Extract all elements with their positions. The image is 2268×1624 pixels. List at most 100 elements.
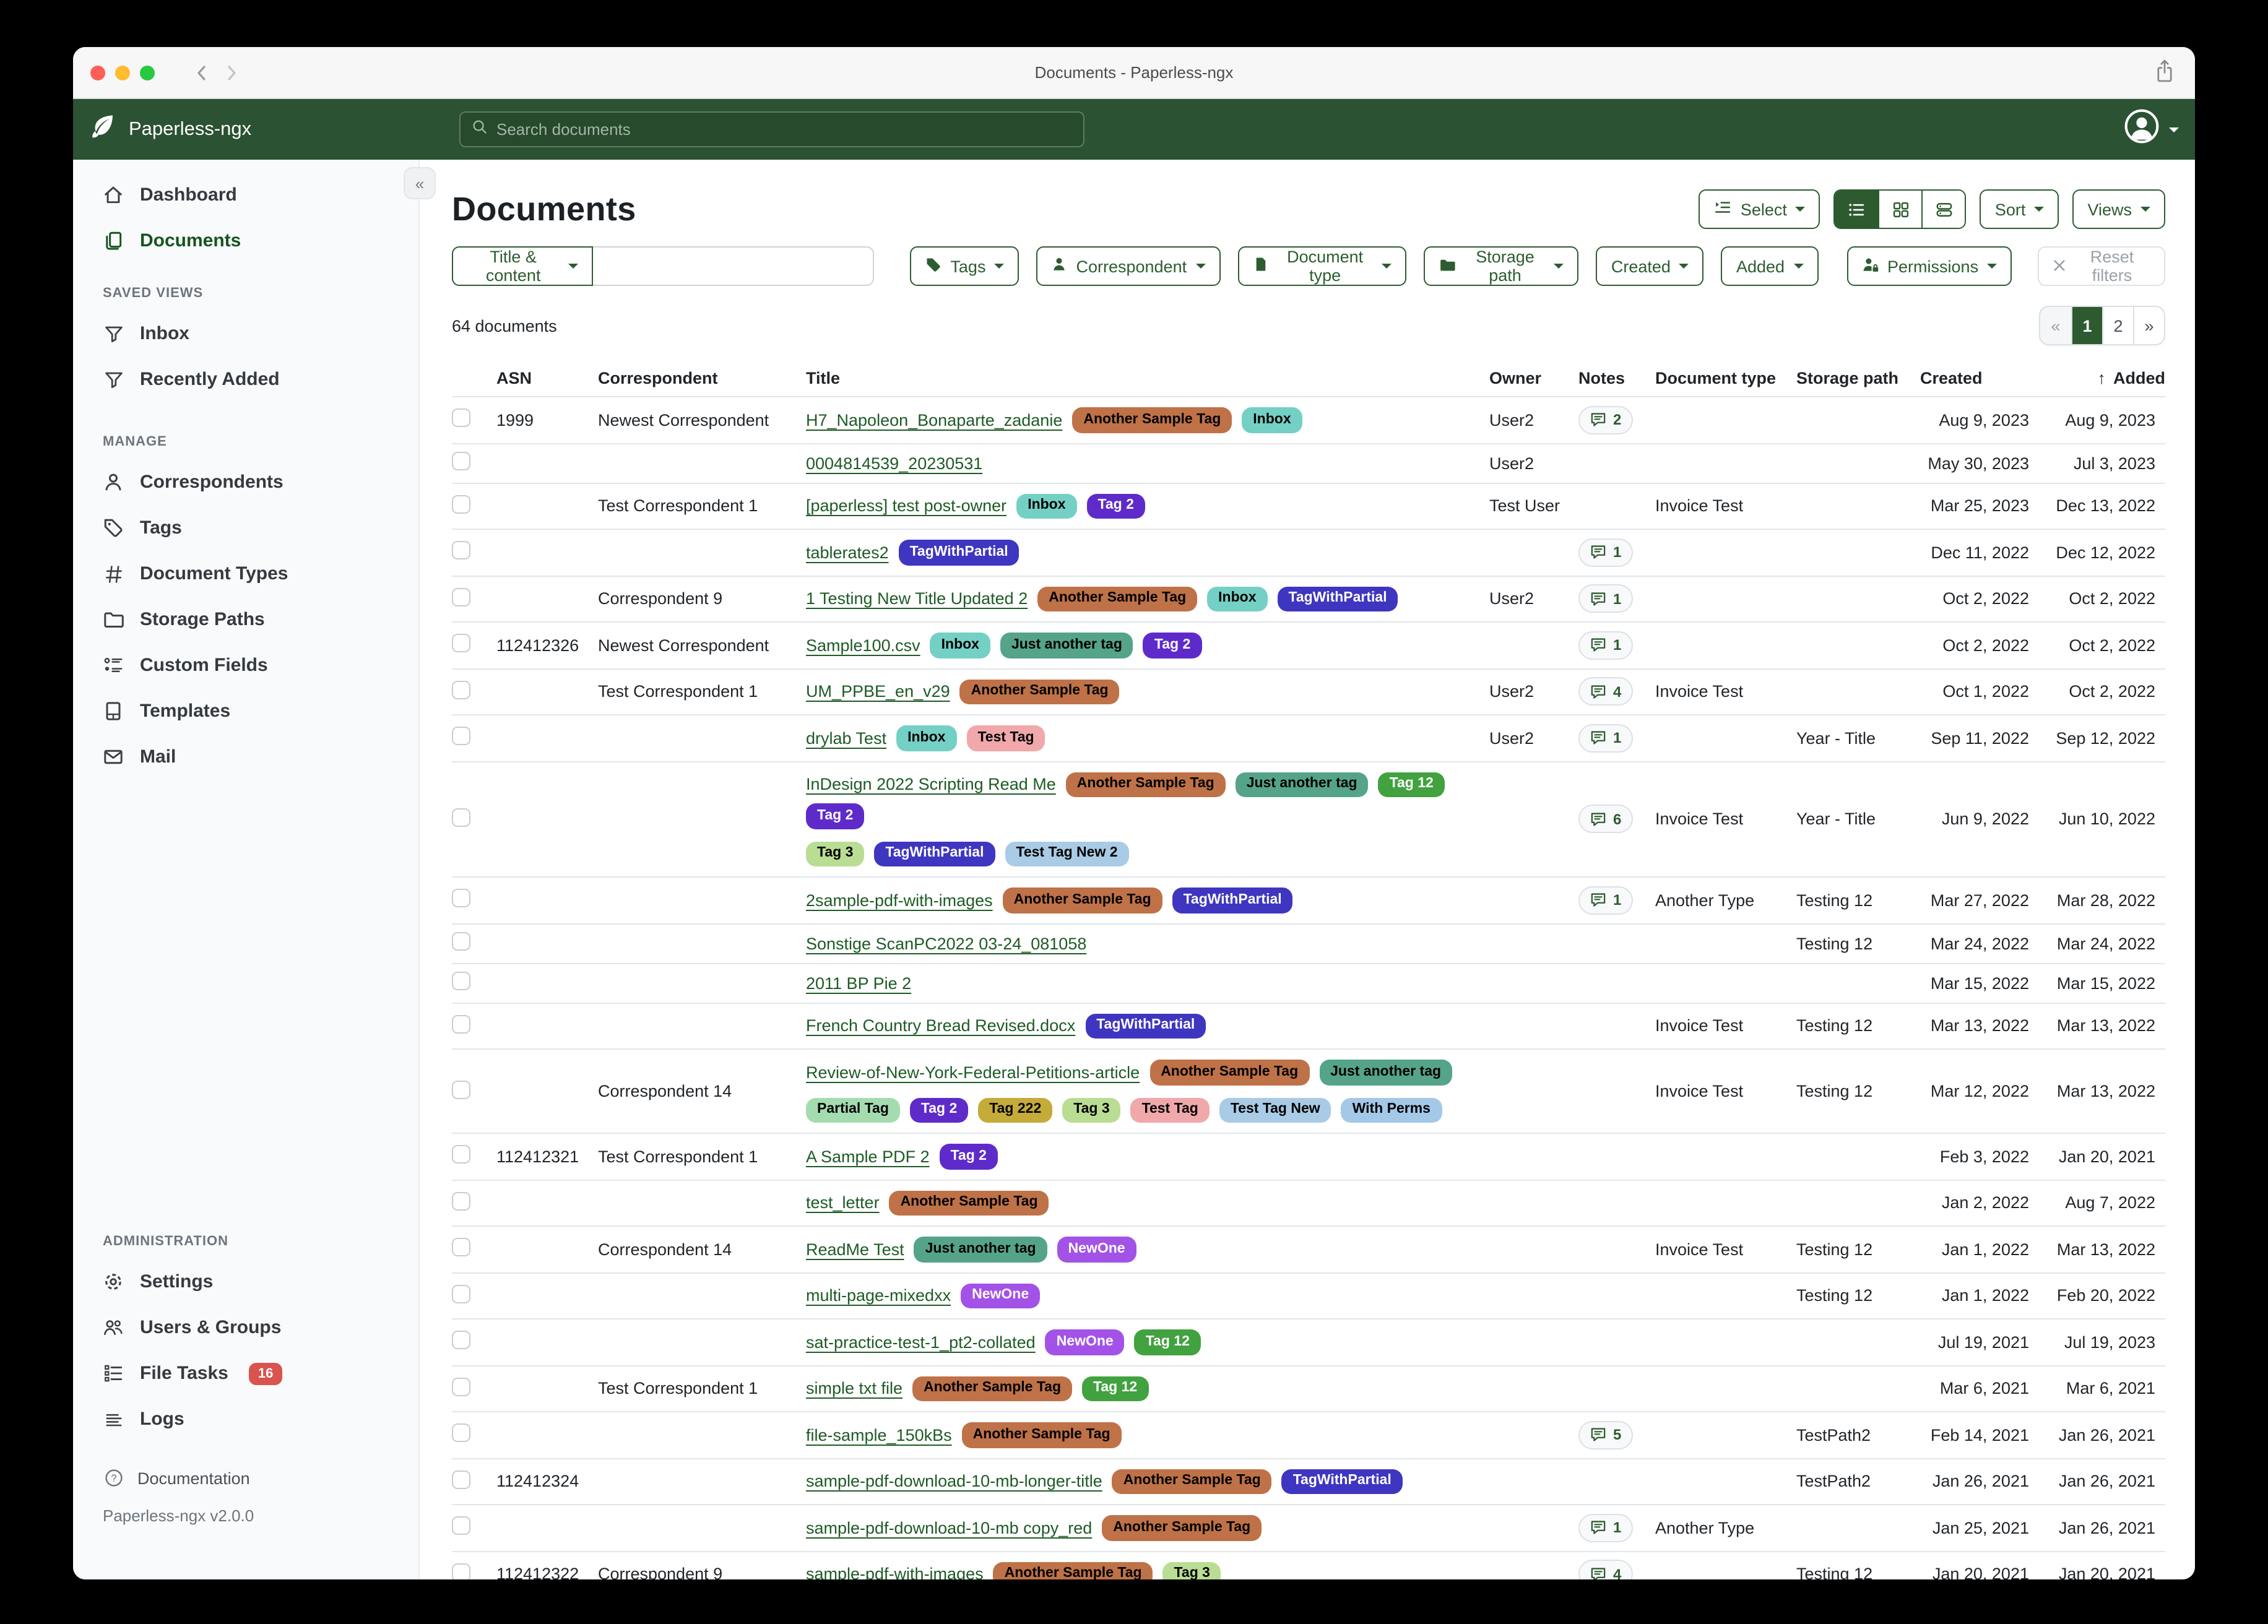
notes-header[interactable]: Notes [1578, 364, 1655, 397]
sidebar-item-tags[interactable]: Tags [73, 505, 418, 551]
tag-badge[interactable]: Just another tag [1319, 1060, 1452, 1085]
document-title-link[interactable]: 0004814539_20230531 [806, 454, 982, 472]
sidebar-item-custom-fields[interactable]: Custom Fields [73, 642, 418, 688]
tag-badge[interactable]: Another Sample Tag [1003, 888, 1162, 913]
share-icon[interactable] [2154, 58, 2175, 92]
sidebar-item-document-types[interactable]: Document Types [73, 551, 418, 597]
user-account[interactable] [2123, 108, 2179, 151]
storage-path-header[interactable]: Storage path [1796, 364, 1920, 397]
storage-path-filter-button[interactable]: Storage path [1424, 246, 1579, 286]
document-title-link[interactable]: French Country Bread Revised.docx [806, 1017, 1075, 1035]
sidebar-item-dashboard[interactable]: Dashboard [73, 172, 418, 218]
tag-badge[interactable]: Tag 2 [1143, 633, 1201, 658]
tag-badge[interactable]: Another Sample Tag [993, 1561, 1153, 1579]
document-title-link[interactable]: sample-pdf-with-images [806, 1565, 984, 1580]
tag-badge[interactable]: Tag 3 [1062, 1097, 1120, 1123]
search-input[interactable] [496, 120, 1072, 139]
document-title-link[interactable]: simple txt file [806, 1380, 902, 1398]
document-title-link[interactable]: H7_Napoleon_Bonaparte_zadanie [806, 411, 1062, 430]
tag-badge[interactable]: Partial Tag [806, 1097, 900, 1123]
row-checkbox[interactable] [452, 1015, 470, 1034]
notes-count-badge[interactable]: 4 [1578, 678, 1632, 706]
sidebar-item-logs[interactable]: Logs [73, 1396, 418, 1442]
correspondent-filter-button[interactable]: Correspondent [1036, 246, 1220, 286]
document-title-link[interactable]: InDesign 2022 Scripting Read Me [806, 775, 1056, 794]
row-checkbox[interactable] [452, 681, 470, 699]
tag-badge[interactable]: Another Sample Tag [1066, 772, 1226, 797]
sidebar-item-correspondents[interactable]: Correspondents [73, 459, 418, 505]
pagination-next-button[interactable]: » [2133, 307, 2164, 344]
tag-badge[interactable]: Tag 12 [1379, 772, 1445, 797]
document-type-filter-button[interactable]: Document type [1237, 246, 1406, 286]
tag-badge[interactable]: Tag 3 [806, 841, 864, 866]
document-type-header[interactable]: Document type [1655, 364, 1796, 397]
notes-count-badge[interactable]: 2 [1578, 406, 1632, 434]
tag-badge[interactable]: Tag 3 [1163, 1561, 1221, 1579]
row-checkbox[interactable] [452, 1285, 470, 1303]
document-title-link[interactable]: Sample100.csv [806, 636, 920, 655]
created-filter-button[interactable]: Created [1596, 246, 1704, 286]
tag-badge[interactable]: TagWithPartial [899, 540, 1019, 565]
notes-count-badge[interactable]: 1 [1578, 631, 1632, 660]
views-button[interactable]: Views [2072, 189, 2165, 229]
document-title-link[interactable]: ReadMe Test [806, 1240, 904, 1259]
pagination-prev-button[interactable]: « [2040, 307, 2071, 344]
tag-badge[interactable]: Another Sample Tag [1072, 407, 1232, 433]
document-title-link[interactable]: file-sample_150kBs [806, 1426, 952, 1445]
correspondent-header[interactable]: Correspondent [598, 364, 806, 397]
document-title-link[interactable]: 2011 BP Pie 2 [806, 974, 911, 992]
tag-badge[interactable]: TagWithPartial [874, 841, 995, 866]
document-title-link[interactable]: test_letter [806, 1194, 880, 1212]
tag-badge[interactable]: TagWithPartial [1085, 1013, 1206, 1039]
row-checkbox[interactable] [452, 1517, 470, 1535]
tag-badge[interactable]: Inbox [896, 725, 956, 751]
tag-badge[interactable]: Another Sample Tag [1037, 586, 1197, 611]
tag-badge[interactable]: Another Sample Tag [912, 1376, 1072, 1401]
tag-badge[interactable]: Test Tag [1131, 1097, 1210, 1123]
documentation-link[interactable]: ? Documentation [73, 1459, 418, 1497]
document-title-link[interactable]: sample-pdf-download-10-mb-longer-title [806, 1472, 1102, 1491]
view-list-button[interactable] [1835, 191, 1879, 228]
tag-badge[interactable]: Inbox [1016, 493, 1076, 519]
sidebar-item-mail[interactable]: Mail [73, 734, 418, 780]
row-checkbox[interactable] [452, 542, 470, 560]
document-title-link[interactable]: [paperless] test post-owner [806, 497, 1006, 516]
view-grid-button[interactable] [1879, 191, 1922, 228]
sidebar-item-templates[interactable]: Templates [73, 688, 418, 734]
tag-badge[interactable]: Tag 12 [1082, 1376, 1148, 1401]
title-content-input[interactable] [593, 246, 873, 286]
created-header[interactable]: Created [1920, 364, 2039, 397]
notes-count-badge[interactable]: 6 [1578, 805, 1632, 834]
row-checkbox[interactable] [452, 452, 470, 470]
document-title-link[interactable]: A Sample PDF 2 [806, 1147, 930, 1166]
document-title-link[interactable]: Sonstige ScanPC2022 03-24_081058 [806, 934, 1086, 952]
row-checkbox[interactable] [452, 972, 470, 990]
view-cards-button[interactable] [1922, 191, 1965, 228]
sidebar-item-documents[interactable]: Documents [73, 218, 418, 264]
tag-badge[interactable]: Test Tag New 2 [1005, 841, 1129, 866]
pagination-page-2[interactable]: 2 [2102, 307, 2133, 344]
document-title-link[interactable]: Review-of-New-York-Federal-Petitions-art… [806, 1063, 1140, 1082]
tag-badge[interactable]: Just another tag [914, 1237, 1047, 1262]
row-checkbox[interactable] [452, 808, 470, 827]
notes-count-badge[interactable]: 1 [1578, 585, 1632, 613]
tag-badge[interactable]: Inbox [930, 633, 990, 658]
notes-count-badge[interactable]: 4 [1578, 1560, 1632, 1580]
row-checkbox[interactable] [452, 1378, 470, 1396]
tag-badge[interactable]: Tag 2 [910, 1097, 968, 1123]
tag-badge[interactable]: TagWithPartial [1172, 888, 1293, 913]
row-checkbox[interactable] [452, 727, 470, 746]
owner-header[interactable]: Owner [1489, 364, 1578, 397]
notes-count-badge[interactable]: 1 [1578, 724, 1632, 753]
tag-badge[interactable]: NewOne [961, 1283, 1040, 1308]
reset-filters-button[interactable]: Reset filters [2038, 246, 2165, 286]
title-content-filter-button[interactable]: Title & content [452, 246, 593, 286]
row-checkbox[interactable] [452, 889, 470, 908]
row-checkbox[interactable] [452, 588, 470, 607]
document-title-link[interactable]: sat-practice-test-1_pt2-collated [806, 1333, 1036, 1352]
row-checkbox[interactable] [452, 409, 470, 428]
document-title-link[interactable]: multi-page-mixedxx [806, 1287, 951, 1305]
tag-badge[interactable]: Another Sample Tag [1102, 1515, 1262, 1540]
added-filter-button[interactable]: Added [1721, 246, 1818, 286]
sidebar-item-inbox[interactable]: Inbox [73, 311, 418, 356]
